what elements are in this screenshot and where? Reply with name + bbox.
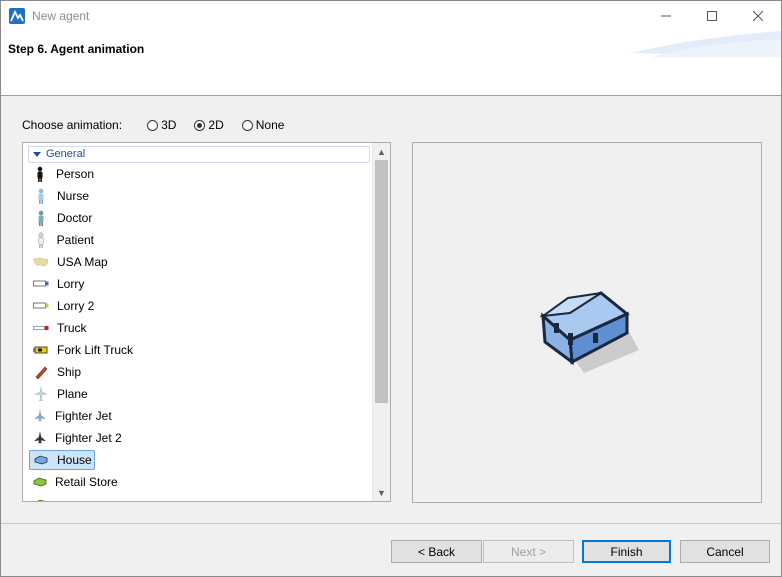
list-item-nurse[interactable]: Nurse (29, 186, 95, 206)
list-item-label: Fighter Jet (55, 409, 112, 423)
next-button[interactable]: Next > (483, 540, 574, 563)
scroll-up-button[interactable]: ▲ (373, 143, 390, 160)
list-item-label: Nurse (57, 189, 90, 203)
cancel-button[interactable]: Cancel (680, 540, 770, 563)
radio-2d-label: 2D (208, 118, 224, 132)
minimize-button[interactable] (643, 1, 689, 31)
list-item-doctor[interactable]: Doctor (29, 208, 95, 228)
animation-list-content: General Person Nurse Doctor Patient USA … (23, 143, 373, 501)
radio-2d[interactable]: 2D (194, 118, 224, 132)
chevron-up-icon: ▲ (377, 146, 386, 157)
radio-3d-circle[interactable] (147, 119, 159, 131)
group-general-label: General (46, 148, 86, 160)
radio-3d-label: 3D (161, 118, 177, 132)
chevron-down-icon: ▼ (377, 487, 386, 498)
list-item-label: House (57, 453, 92, 467)
step-title: Step 6. Agent animation (8, 42, 145, 56)
back-button[interactable]: < Back (391, 540, 482, 563)
maximize-button[interactable] (689, 1, 735, 31)
radio-none-label: None (255, 118, 285, 132)
fork-lift-truck-icon (33, 342, 49, 358)
maximize-icon (707, 11, 717, 21)
list-item-label: Fork Lift Truck (57, 343, 134, 357)
list-item-label: Lorry 2 (57, 299, 95, 313)
list-item-house[interactable]: House (29, 450, 95, 470)
house-preview-icon (539, 291, 639, 373)
radio-none[interactable]: None (241, 118, 285, 132)
plane-icon (33, 386, 49, 402)
list-item-plane[interactable]: Plane (29, 384, 95, 404)
footer-divider (1, 523, 781, 524)
close-button[interactable] (735, 1, 781, 31)
lorry-2-icon (33, 298, 49, 314)
chevron-down-icon (33, 152, 41, 157)
warehouse-icon (33, 496, 49, 501)
animation-list[interactable]: General Person Nurse Doctor Patient USA … (22, 142, 391, 502)
scroll-thumb[interactable] (375, 160, 388, 403)
list-item-ship[interactable]: Ship (29, 362, 95, 382)
list-scrollbar[interactable]: ▲ ▼ (372, 143, 390, 501)
list-item-usa-map[interactable]: USA Map (29, 252, 108, 272)
truck-icon (33, 320, 49, 336)
radio-3d[interactable]: 3D (147, 118, 176, 132)
list-item-lorry[interactable]: Lorry (29, 274, 95, 294)
nurse-icon (33, 188, 49, 204)
group-general-header[interactable]: General (28, 146, 370, 163)
finish-button[interactable]: Finish (582, 540, 671, 563)
choose-animation-label: Choose animation: (22, 118, 123, 132)
window-title: New agent (32, 9, 90, 23)
patient-icon (33, 232, 49, 248)
app-logo-icon (9, 8, 25, 24)
list-item-label: Retail Store (55, 475, 118, 489)
list-item-truck[interactable]: Truck (29, 318, 95, 338)
title-bar[interactable]: New agent (1, 1, 781, 31)
animation-choice-row: Choose animation: 3D 2D None (22, 117, 302, 133)
animation-preview (412, 142, 762, 503)
header-decoration (631, 31, 781, 57)
list-item-retail-store[interactable]: Retail Store (29, 472, 118, 492)
list-item-label: Plane (57, 387, 88, 401)
usa-map-icon (33, 254, 49, 270)
list-item-fork-lift-truck[interactable]: Fork Lift Truck (29, 340, 133, 360)
close-icon (753, 11, 763, 21)
list-item-label: Person (55, 167, 94, 181)
wizard-header: Step 6. Agent animation (1, 31, 781, 96)
minimize-icon (661, 15, 671, 17)
list-item-label: Fighter Jet 2 (55, 431, 122, 445)
list-item-label: Patient (56, 233, 94, 247)
list-item-partial[interactable] (29, 494, 95, 501)
doctor-icon (33, 210, 49, 226)
fighter-jet-icon (33, 408, 47, 424)
lorry-icon (33, 276, 49, 292)
list-item-patient[interactable]: Patient (29, 230, 95, 250)
list-item-lorry-2[interactable]: Lorry 2 (29, 296, 95, 316)
list-item-label: Ship (57, 365, 82, 379)
radio-none-circle[interactable] (241, 119, 253, 131)
fighter-jet-2-icon (33, 430, 47, 446)
list-item-person[interactable]: Person (29, 164, 95, 184)
list-item-label: Lorry (57, 277, 85, 291)
retail-store-icon (33, 474, 47, 490)
dialog-window: New agent Step 6. Agent animation Choose… (0, 0, 782, 577)
list-item-label: Doctor (57, 211, 93, 225)
person-icon (33, 166, 48, 182)
scroll-down-button[interactable]: ▼ (373, 484, 390, 501)
house-icon (33, 452, 49, 468)
list-item-label: Truck (57, 321, 87, 335)
ship-icon (33, 364, 49, 380)
list-item-label: USA Map (57, 255, 108, 269)
list-item-fighter-jet-2[interactable]: Fighter Jet 2 (29, 428, 122, 448)
list-item-fighter-jet[interactable]: Fighter Jet (29, 406, 112, 426)
radio-2d-circle[interactable] (194, 119, 206, 131)
